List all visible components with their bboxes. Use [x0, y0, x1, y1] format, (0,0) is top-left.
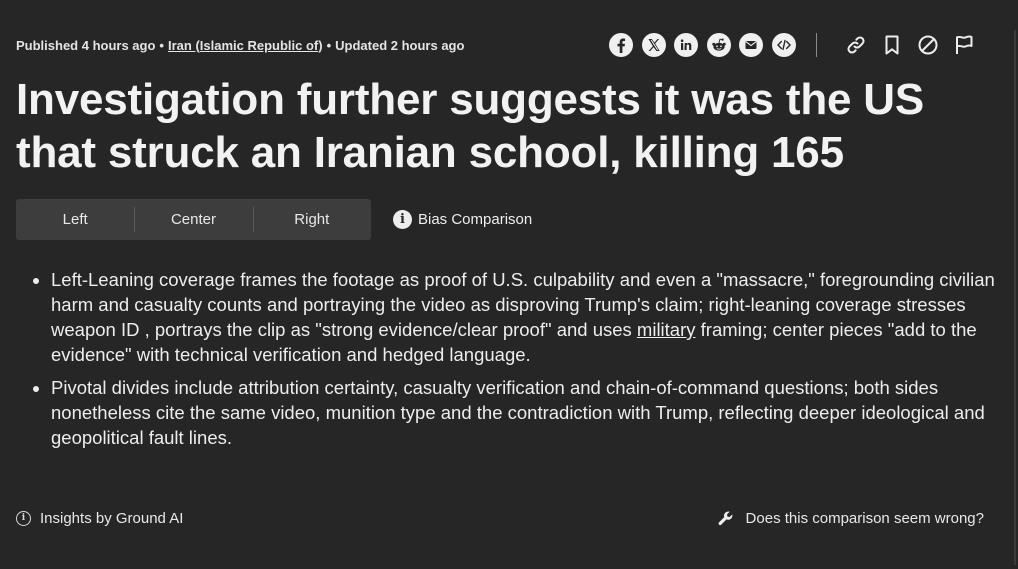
meta-separator: •: [159, 37, 164, 53]
bullet-text: Pivotal divides include attribution cert…: [51, 377, 985, 448]
scrollbar[interactable]: [1014, 30, 1016, 565]
insights-credit: i Insights by Ground AI: [16, 508, 183, 528]
published-time: Published 4 hours ago: [16, 37, 156, 53]
meta-separator: •: [326, 37, 332, 53]
military-link[interactable]: military: [637, 319, 696, 340]
tab-right[interactable]: Right: [252, 199, 371, 240]
email-icon[interactable]: [739, 33, 763, 57]
bookmark-icon[interactable]: [879, 32, 905, 58]
article-headline: Investigation further suggests it was th…: [16, 75, 925, 177]
report-label: Does this comparison seem wrong?: [745, 509, 984, 527]
share-toolbar: [609, 32, 977, 58]
insights-label: Insights by Ground AI: [40, 509, 184, 527]
summary-list: Left-Leaning coverage frames the footage…: [26, 267, 1001, 458]
list-item: Pivotal divides include attribution cert…: [51, 375, 1001, 450]
wrench-icon: [718, 511, 732, 525]
x-icon[interactable]: [641, 33, 666, 57]
reddit-icon[interactable]: [706, 33, 731, 57]
bias-tabs: Left Center Right: [16, 199, 371, 240]
updated-time: Updated 2 hours ago: [335, 37, 465, 53]
article-page: Published 4 hours ago • Iran (Islamic Re…: [0, 0, 1018, 569]
block-icon[interactable]: [915, 32, 941, 58]
facebook-icon[interactable]: [609, 33, 633, 57]
info-icon: i: [393, 209, 412, 229]
article-meta: Published 4 hours ago • Iran (Islamic Re…: [16, 34, 464, 56]
info-icon: i: [16, 510, 31, 526]
bias-comparison-label: Bias Comparison: [418, 210, 533, 228]
toolbar-divider: [816, 33, 817, 57]
bias-comparison-button[interactable]: i Bias Comparison: [393, 208, 532, 230]
list-item: Left-Leaning coverage frames the footage…: [51, 267, 1001, 367]
report-comparison-button[interactable]: Does this comparison seem wrong?: [717, 508, 984, 528]
region-link[interactable]: Iran (Islamic Republic of): [168, 38, 323, 53]
flag-icon[interactable]: [951, 32, 977, 58]
tab-center[interactable]: Center: [134, 199, 252, 240]
link-icon[interactable]: [843, 32, 869, 58]
linkedin-icon[interactable]: [674, 33, 698, 57]
tab-left[interactable]: Left: [16, 199, 134, 240]
embed-icon[interactable]: [771, 33, 796, 57]
